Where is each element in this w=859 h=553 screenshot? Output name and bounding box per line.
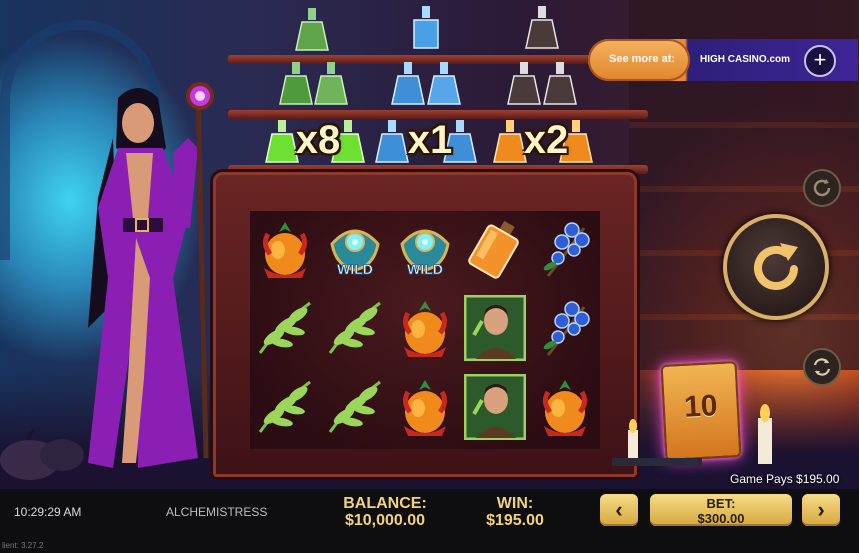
alchemist-icon [464, 374, 526, 440]
orange-potion-bottle [507, 62, 541, 105]
client-version: lient: 3.27.2 [2, 541, 44, 550]
orange-potion-bottle [543, 62, 577, 105]
green-potion-bottle [279, 62, 313, 105]
reel-symbol-flower [390, 369, 460, 445]
reel-symbol-leaf [250, 290, 320, 366]
wild-icon: WILD [400, 229, 450, 277]
reel-symbol-leaf [320, 290, 390, 366]
wild-label: WILD [337, 261, 373, 277]
pumpkins-decoration [0, 428, 84, 480]
flower-icon [402, 380, 448, 436]
reel-symbol-leaf [250, 369, 320, 445]
clock: 10:29:29 AM [14, 505, 82, 519]
blue-potion-bottle [413, 6, 439, 49]
leaf-icon [258, 301, 311, 354]
promo-banner[interactable]: See more at: HIGH CASINO.com + [588, 39, 858, 81]
game-title: ALCHEMISTRESS [166, 505, 268, 519]
reel-symbol-flower [390, 290, 460, 366]
reel-symbol-potion [460, 211, 530, 287]
reel-symbol-alchemist [460, 290, 530, 366]
leaf-icon [258, 380, 311, 433]
berries-icon [543, 222, 590, 277]
win-label: WIN: [496, 495, 534, 512]
alchemist-icon [464, 295, 526, 361]
chevron-right-icon: › [817, 497, 825, 522]
spin-button[interactable] [723, 214, 829, 320]
chevron-left-icon: ‹ [615, 497, 623, 522]
bet-label: BET: [706, 496, 736, 511]
bet-display[interactable]: BET: $300.00 [650, 494, 792, 526]
bet-decrease-button[interactable]: ‹ [600, 494, 638, 526]
flower-icon [542, 380, 588, 436]
green-potion-bottle [314, 62, 348, 105]
win-value: $195.00 [486, 512, 544, 529]
game-pays-text: Game Pays $195.00 [730, 472, 840, 486]
game-scene: x8 x1 x2 WILD WILD See more at: HIGH CASI… [0, 0, 859, 490]
orange-potion-bottle [525, 6, 559, 49]
reel-symbol-wild: WILD [320, 211, 390, 287]
wild-icon: WILD [330, 229, 380, 277]
candles-decoration [612, 404, 772, 466]
balance-label: BALANCE: [343, 495, 427, 512]
see-more-pill[interactable]: See more at: [588, 39, 690, 81]
turbo-icon [813, 179, 831, 197]
reel-symbol-alchemist [460, 369, 530, 445]
multiplier-orange: x2 [523, 118, 569, 162]
bet-increase-button[interactable]: › [802, 494, 840, 526]
reel-symbol-flower [530, 369, 600, 445]
blue-potion-bottle [391, 62, 425, 105]
multiplier-green: x8 [295, 118, 341, 162]
leaf-icon [328, 301, 381, 354]
green-potion-bottle [295, 8, 329, 51]
sorceress-character [88, 82, 214, 468]
reel-symbol-berries [530, 290, 600, 366]
bet-value: $300.00 [697, 511, 745, 526]
potion-shelf: x8 x1 x2 [228, 0, 648, 175]
blue-potion-bottle [427, 62, 461, 105]
potion-icon [468, 220, 519, 279]
plus-icon[interactable]: + [804, 45, 836, 77]
autoplay-button[interactable] [803, 348, 841, 386]
reel-symbol-berries [530, 211, 600, 287]
casino-brand-logo: HIGH CASINO.com [700, 54, 791, 65]
reel-symbol-flower [250, 211, 320, 287]
balance-value: $10,000.00 [344, 512, 426, 529]
reel-grid: WILD WILD [250, 211, 600, 449]
see-more-label: See more at: [609, 53, 676, 65]
reel-symbol-leaf [320, 369, 390, 445]
spin-arrow-icon [754, 243, 798, 290]
reel-symbol-wild: WILD [390, 211, 460, 287]
flower-icon [402, 301, 448, 357]
autoplay-icon [813, 358, 831, 376]
multiplier-blue: x1 [407, 118, 453, 162]
turbo-button[interactable] [803, 169, 841, 207]
wild-label: WILD [407, 261, 443, 277]
leaf-icon [328, 380, 381, 433]
flower-icon [262, 222, 308, 278]
berries-icon [543, 301, 590, 356]
